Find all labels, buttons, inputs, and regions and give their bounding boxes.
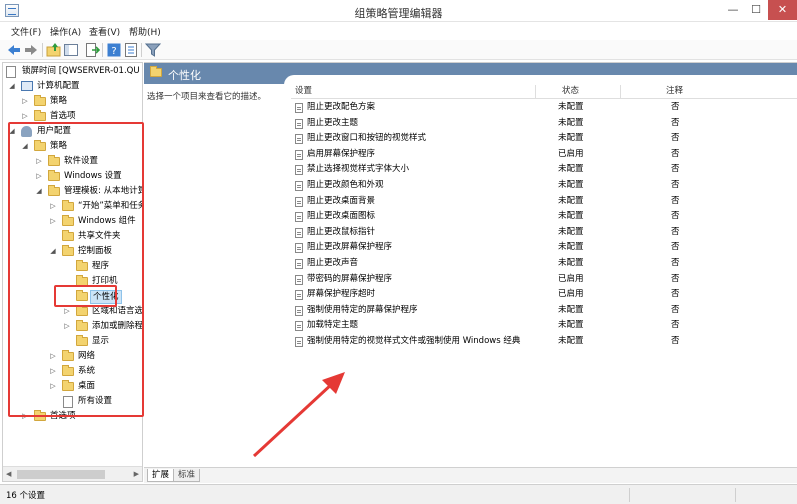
- annotation-arrow-icon: [252, 372, 345, 458]
